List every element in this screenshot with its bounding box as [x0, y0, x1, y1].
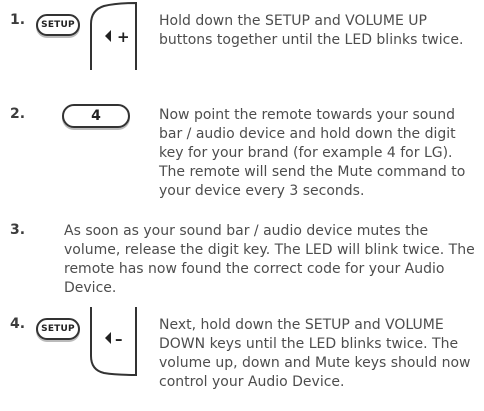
step-4-number: 4.: [10, 316, 26, 332]
setup-button-icon-2: SETUP: [36, 318, 80, 340]
step-3-text: As soon as your sound bar / audio device…: [64, 223, 475, 296]
setup-button-label-2: SETUP: [41, 324, 75, 334]
volume-down-key-icon: –: [88, 306, 140, 377]
step-1-number: 1.: [10, 12, 26, 28]
setup-button-icon: SETUP: [36, 14, 80, 36]
setup-button-label: SETUP: [41, 20, 75, 30]
volume-up-key-icon: +: [88, 1, 140, 72]
volume-up-symbol: +: [117, 28, 130, 46]
step-2-text: Now point the remote towards your sound …: [159, 107, 466, 199]
digit-button-label: 4: [91, 108, 101, 124]
step-1-text: Hold down the SETUP and VOLUME UP button…: [159, 13, 464, 48]
step-3-number: 3.: [10, 222, 26, 238]
step-4-text: Next, hold down the SETUP and VOLUME DOW…: [159, 317, 471, 390]
digit-4-button-icon: 4: [62, 104, 130, 128]
step-2-number: 2.: [10, 106, 26, 122]
volume-down-symbol: –: [115, 330, 123, 348]
